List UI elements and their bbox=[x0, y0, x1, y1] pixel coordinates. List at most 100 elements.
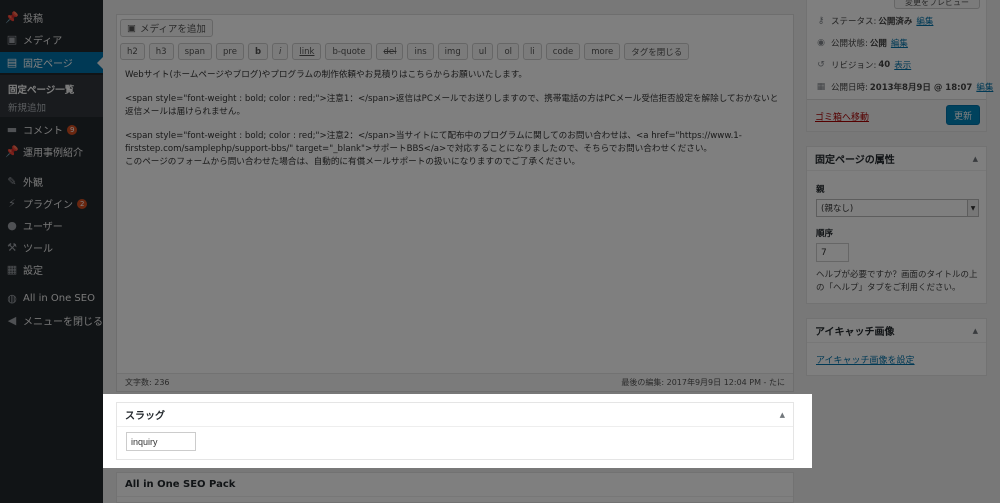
set-featured-image-link[interactable]: アイキャッチ画像を設定 bbox=[816, 353, 915, 366]
qt-close-tags-button[interactable]: タグを閉じる bbox=[624, 43, 690, 60]
attributes-help-text: ヘルプが必要ですか？画面のタイトルの上の「ヘルプ」タブをご利用ください。 bbox=[816, 270, 978, 293]
plug-icon: ⚡ bbox=[8, 197, 16, 210]
comment-icon: ▬ bbox=[6, 123, 18, 136]
parent-select[interactable]: (親なし) ▼ bbox=[816, 199, 979, 217]
media-icon: ▣ bbox=[6, 33, 18, 46]
quicktags-toolbar: h2 h3 span pre b i link b-quote del ins … bbox=[120, 43, 690, 60]
menu-label: メニューを閉じる bbox=[23, 317, 103, 328]
order-label: 順序 bbox=[816, 229, 834, 239]
submenu-add-new[interactable]: 新規追加 bbox=[8, 100, 46, 114]
menu-plugins[interactable]: ⚡ プラグイン 2 bbox=[0, 193, 103, 214]
qt-bold-button[interactable]: b bbox=[247, 43, 269, 60]
aioseo-header[interactable]: All in One SEO Pack bbox=[117, 473, 793, 497]
collapse-icon: ◀ bbox=[7, 314, 17, 327]
wrench-icon: ⚒ bbox=[7, 241, 17, 254]
slug-header[interactable]: スラッグ ▲ bbox=[117, 403, 793, 427]
order-input[interactable]: 7 bbox=[816, 243, 849, 262]
slug-input[interactable]: inquiry bbox=[126, 432, 196, 451]
last-edit-info: 最後の編集: 2017年9月9日 12:04 PM - たに bbox=[621, 378, 785, 387]
show-revisions-link[interactable]: 表示 bbox=[894, 59, 911, 71]
menu-media[interactable]: ▣ メディア bbox=[0, 29, 103, 50]
qt-italic-button[interactable]: i bbox=[272, 43, 289, 60]
menu-collapse[interactable]: ◀ メニューを閉じる bbox=[0, 310, 103, 331]
status-row: ⚷ ステータス: 公開済み 編集 bbox=[815, 15, 934, 27]
qt-link-button[interactable]: link bbox=[292, 43, 322, 60]
menu-label: All in One SEO bbox=[23, 293, 95, 304]
edit-status-link[interactable]: 編集 bbox=[916, 15, 933, 27]
content-paragraph: <span style="font-weight : bold; color :… bbox=[125, 94, 779, 117]
pages-icon: ▤ bbox=[6, 56, 18, 69]
calendar-icon: ▦ bbox=[816, 82, 826, 92]
menu-label: コメント bbox=[23, 126, 63, 137]
qt-blockquote-button[interactable]: b-quote bbox=[325, 43, 373, 60]
publish-actions: ゴミ箱へ移動 更新 bbox=[807, 99, 986, 131]
menu-pages[interactable]: ▤ 固定ページ bbox=[0, 52, 103, 73]
qt-pre-button[interactable]: pre bbox=[216, 43, 244, 60]
content-paragraph: <span style="font-weight : bold; color :… bbox=[125, 131, 742, 167]
menu-label: ユーザー bbox=[23, 222, 63, 233]
pages-submenu: 固定ページ一覧 新規追加 bbox=[0, 75, 103, 117]
preview-changes-button[interactable]: 変更をプレビュー bbox=[894, 0, 980, 9]
slug-box: スラッグ ▲ inquiry bbox=[116, 402, 794, 460]
move-to-trash-link[interactable]: ゴミ箱へ移動 bbox=[815, 110, 869, 123]
page-attributes-box: 固定ページの属性 ▲ 親 (親なし) ▼ 順序 7 ヘルプが必要ですか？画面のタイト… bbox=[806, 146, 987, 304]
editor-textarea[interactable]: Webサイト(ホームページやブログ)やプログラムの制作依頼やお見積りはこちらから… bbox=[125, 69, 785, 180]
comment-count-badge: 9 bbox=[67, 124, 78, 135]
qt-ol-button[interactable]: ol bbox=[497, 43, 520, 60]
menu-posts[interactable]: 📌 投稿 bbox=[0, 7, 103, 28]
chevron-down-icon: ▼ bbox=[967, 200, 978, 216]
collapse-triangle-icon[interactable]: ▲ bbox=[973, 327, 978, 335]
menu-case-studies[interactable]: 📌 運用事例紹介 bbox=[0, 141, 103, 162]
date-row: ▦ 公開日時: 2013年8月9日 @ 18:07 編集 bbox=[816, 81, 994, 93]
text-editor: ▣ メディアを追加 h2 h3 span pre b i link b-quote… bbox=[116, 14, 794, 392]
qt-ul-button[interactable]: ul bbox=[471, 43, 494, 60]
menu-settings[interactable]: ▦ 設定 bbox=[0, 259, 103, 280]
qt-more-button[interactable]: more bbox=[584, 43, 621, 60]
menu-users[interactable]: ● ユーザー bbox=[0, 215, 103, 236]
plugin-update-badge: 2 bbox=[77, 198, 88, 209]
menu-label: 運用事例紹介 bbox=[23, 148, 83, 159]
update-button[interactable]: 更新 bbox=[946, 105, 980, 125]
menu-appearance[interactable]: ✎ 外観 bbox=[0, 171, 103, 192]
menu-comments[interactable]: ▬ コメント 9 bbox=[0, 119, 103, 140]
qt-h3-button[interactable]: h3 bbox=[148, 43, 174, 60]
menu-tools[interactable]: ⚒ ツール bbox=[0, 237, 103, 258]
admin-sidebar: 📌 投稿 ▣ メディア ▤ 固定ページ 固定ページ一覧 新規追加 ▬ コメント 9 📌 運用… bbox=[0, 0, 103, 503]
featured-image-header[interactable]: アイキャッチ画像 ▲ bbox=[807, 319, 986, 343]
submenu-all-pages[interactable]: 固定ページ一覧 bbox=[8, 82, 74, 96]
visibility-row: ◉ 公開状態: 公開 編集 bbox=[815, 37, 908, 49]
featured-image-box: アイキャッチ画像 ▲ アイキャッチ画像を設定 bbox=[806, 318, 987, 376]
eye-icon: ◉ bbox=[817, 38, 825, 48]
media-icon: ▣ bbox=[127, 22, 136, 34]
edit-visibility-link[interactable]: 編集 bbox=[891, 37, 908, 49]
menu-all-in-one-seo[interactable]: ◍ All in One SEO bbox=[0, 288, 103, 309]
menu-label: ツール bbox=[23, 244, 53, 255]
key-icon: ⚷ bbox=[817, 16, 825, 26]
collapse-triangle-icon[interactable]: ▲ bbox=[973, 155, 978, 163]
publish-box: 変更をプレビュー ⚷ ステータス: 公開済み 編集 ◉ 公開状態: 公開 編集 ↺ リビジョン… bbox=[806, 0, 993, 132]
menu-label: 設定 bbox=[23, 266, 43, 277]
content-paragraph: Webサイト(ホームページやブログ)やプログラムの制作依頼やお見積りはこちらから… bbox=[125, 70, 528, 80]
qt-del-button[interactable]: del bbox=[376, 43, 404, 60]
collapse-triangle-icon[interactable]: ▲ bbox=[780, 411, 785, 419]
qt-code-button[interactable]: code bbox=[545, 43, 581, 60]
pin-icon: 📌 bbox=[5, 11, 19, 24]
qt-ins-button[interactable]: ins bbox=[407, 43, 434, 60]
menu-label: 投稿 bbox=[23, 14, 43, 25]
page-attributes-header[interactable]: 固定ページの属性 ▲ bbox=[807, 147, 986, 171]
pin-icon: 📌 bbox=[5, 145, 19, 158]
brush-icon: ✎ bbox=[7, 175, 17, 188]
word-count: 文字数: 236 bbox=[125, 378, 170, 387]
qt-li-button[interactable]: li bbox=[523, 43, 542, 60]
revisions-icon: ↺ bbox=[817, 60, 825, 70]
add-media-button[interactable]: ▣ メディアを追加 bbox=[120, 19, 213, 37]
revisions-row: ↺ リビジョン: 40 表示 bbox=[815, 59, 911, 71]
user-icon: ● bbox=[7, 219, 17, 232]
editor-statusbar: 文字数: 236 最後の編集: 2017年9月9日 12:04 PM - たに bbox=[117, 373, 793, 391]
seo-icon: ◍ bbox=[7, 292, 17, 305]
parent-label: 親 bbox=[816, 185, 825, 195]
qt-img-button[interactable]: img bbox=[437, 43, 468, 60]
qt-span-button[interactable]: span bbox=[177, 43, 213, 60]
qt-h2-button[interactable]: h2 bbox=[120, 43, 145, 60]
edit-date-link[interactable]: 編集 bbox=[976, 81, 993, 93]
